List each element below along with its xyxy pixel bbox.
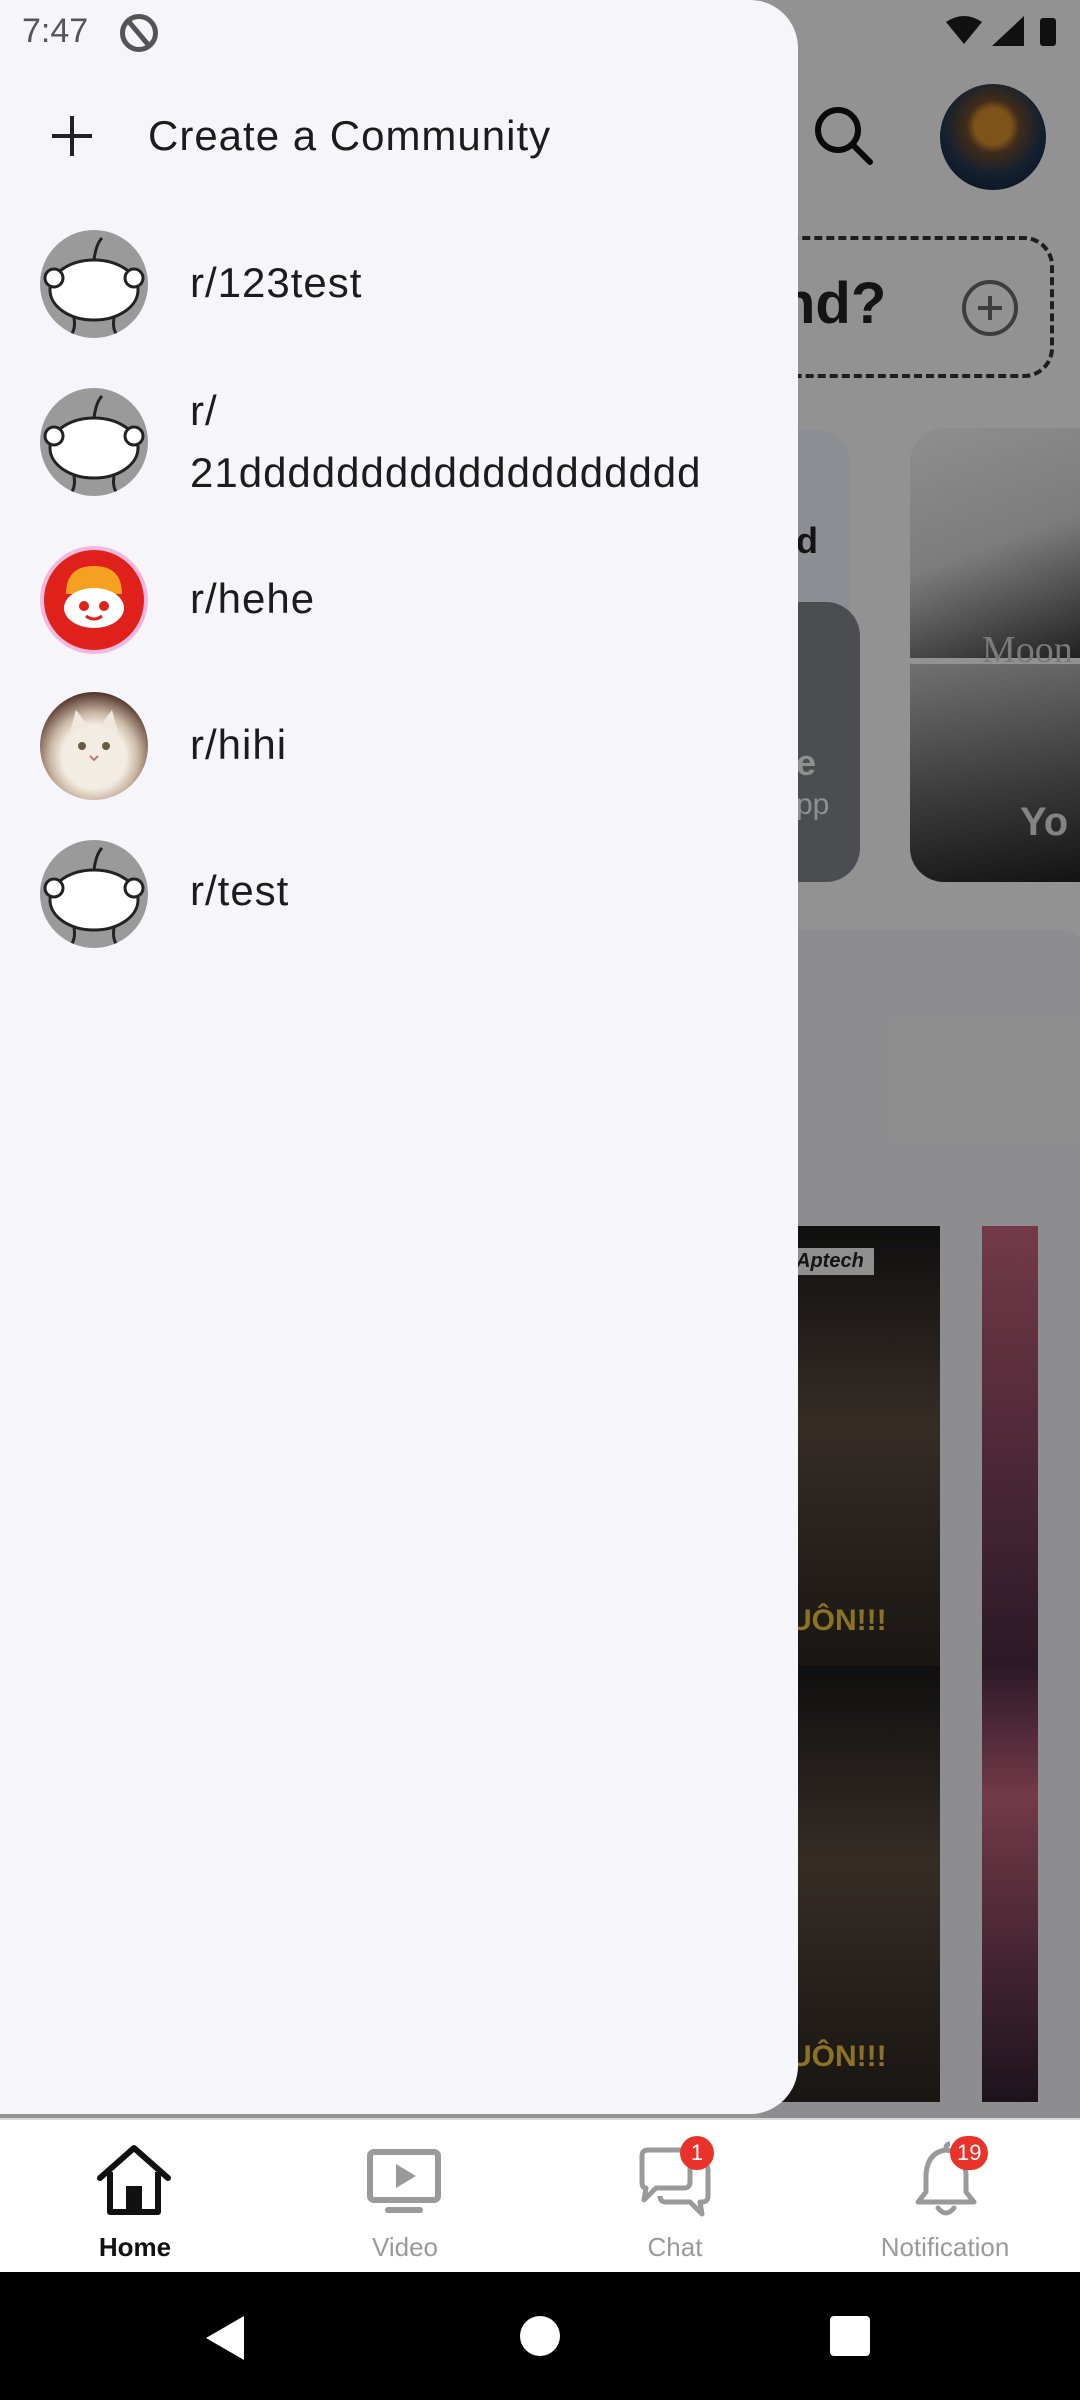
snoo-hat-icon bbox=[64, 566, 124, 628]
nav-chat-label: Chat bbox=[647, 2232, 703, 2262]
status-time: 7:47 bbox=[22, 12, 89, 50]
community-item[interactable]: r/ 21ddddddddddddddddddd bbox=[0, 380, 798, 504]
plus-icon bbox=[52, 116, 92, 156]
community-drawer: 7:47 Create a Community r/123test r/ 21d… bbox=[0, 0, 798, 2114]
nav-video-label: Video bbox=[371, 2232, 439, 2262]
chat-badge: 1 bbox=[680, 2136, 714, 2170]
community-avatar bbox=[40, 546, 148, 654]
community-item[interactable]: r/hihi bbox=[0, 692, 798, 802]
community-avatar bbox=[40, 840, 148, 948]
nav-notification-label: Notification bbox=[880, 2232, 1010, 2262]
nav-chat[interactable]: 1 Chat bbox=[540, 2120, 810, 2274]
snoo-icon bbox=[43, 846, 145, 948]
community-name: r/hihi bbox=[190, 721, 288, 768]
sync-off-icon bbox=[120, 14, 158, 52]
create-community-button[interactable]: Create a Community bbox=[0, 96, 798, 176]
snoo-icon bbox=[43, 394, 145, 496]
bottom-navigation: Home Video 1 Chat 19 Notification bbox=[0, 2118, 1080, 2272]
notification-badge: 19 bbox=[950, 2136, 989, 2170]
community-avatar bbox=[40, 692, 148, 800]
community-avatar bbox=[40, 230, 148, 338]
wifi-icon bbox=[946, 16, 982, 44]
snoo-icon bbox=[43, 236, 145, 338]
community-item[interactable]: r/123test bbox=[0, 228, 798, 338]
home-icon bbox=[97, 2145, 171, 2215]
back-icon[interactable] bbox=[206, 2316, 244, 2360]
nav-home[interactable]: Home bbox=[0, 2120, 270, 2274]
community-name: r/hehe bbox=[190, 575, 316, 622]
status-icons bbox=[946, 16, 1056, 46]
community-avatar bbox=[40, 388, 148, 496]
community-name: r/ 21ddddddddddddddddddd bbox=[190, 387, 702, 496]
cat-icon bbox=[70, 710, 118, 762]
recent-apps-icon[interactable] bbox=[830, 2316, 870, 2356]
community-item[interactable]: r/hehe bbox=[0, 544, 798, 654]
battery-icon bbox=[1040, 18, 1056, 46]
nav-home-label: Home bbox=[98, 2232, 172, 2262]
system-navigation-bar bbox=[0, 2272, 1080, 2400]
nav-notification[interactable]: 19 Notification bbox=[810, 2120, 1080, 2274]
community-name: r/test bbox=[190, 867, 290, 914]
home-circle-icon[interactable] bbox=[520, 2316, 560, 2356]
community-name: r/123test bbox=[190, 259, 363, 306]
community-item[interactable]: r/test bbox=[0, 838, 798, 948]
nav-video[interactable]: Video bbox=[270, 2120, 540, 2274]
video-icon bbox=[367, 2149, 441, 2213]
signal-icon bbox=[992, 16, 1024, 46]
create-community-label: Create a Community bbox=[148, 112, 552, 159]
